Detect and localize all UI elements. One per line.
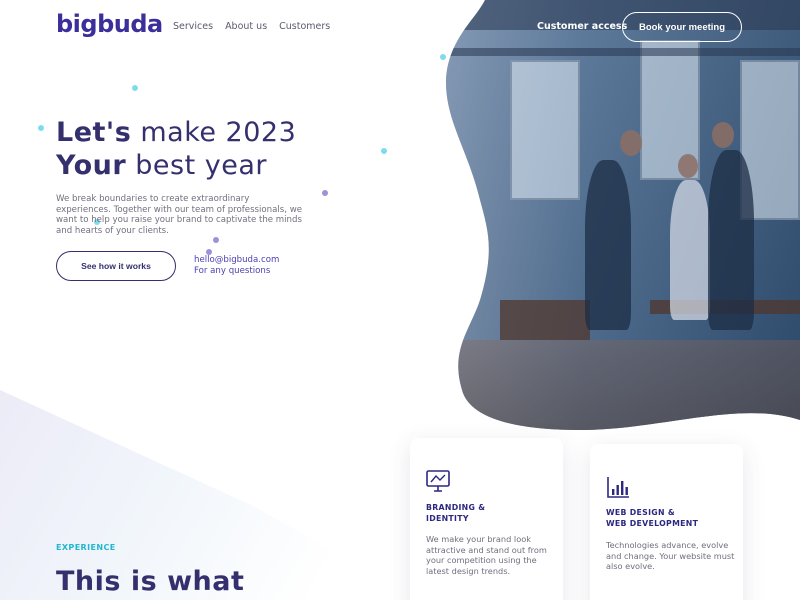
experience-heading-bold: This [56,566,121,597]
headline-bold-1: Let's [56,117,132,148]
logo[interactable]: bigbuda [56,10,163,38]
see-how-it-works-button[interactable]: See how it works [56,251,176,281]
decor-dot [381,148,387,154]
nav-services[interactable]: Services [173,21,213,32]
card-title-line1: WEB DESIGN & [606,508,675,517]
main-nav: Services About us Customers [173,21,330,32]
photo-person [708,150,754,330]
card-title-line1: BRANDING & [426,503,486,512]
hero-headline-line2: Your best year [56,149,296,182]
customer-access-link[interactable]: Customer access [537,21,627,32]
photo-person-head [712,122,734,148]
photo-person-head [620,130,642,156]
contact-block: hello@bigbuda.com For any questions [194,255,279,277]
hero-office-photo [440,0,800,460]
nav-about-us[interactable]: About us [225,21,267,32]
bar-chart-icon [607,477,629,498]
headline-bold-2: Your [56,150,127,181]
headline-rest-1: make 2023 [131,117,297,148]
card-title: BRANDING & IDENTITY [426,502,556,524]
card-text: Technologies advance, evolve and change.… [606,540,735,572]
contact-email-note[interactable]: For any questions [194,266,279,277]
service-card-web-design[interactable]: WEB DESIGN & WEB DEVELOPMENT Technologie… [590,444,743,600]
experience-heading: This is what [56,566,244,597]
card-title-line2: WEB DEVELOPMENT [606,519,699,528]
photo-person [585,160,631,330]
experience-heading-rest: is what [120,566,245,597]
card-text: We make your brand look attractive and s… [426,534,547,576]
decor-dot [440,54,446,60]
photo-person-head [678,154,698,178]
photo-window [510,60,580,200]
hero-headline: Let's make 2023 Your best year [56,116,296,182]
decor-dot [132,85,138,91]
headline-rest-2: best year [126,150,267,181]
nav-customers[interactable]: Customers [279,21,330,32]
card-title-line2: IDENTITY [426,514,469,523]
decor-dot [322,190,328,196]
book-meeting-button[interactable]: Book your meeting [622,12,742,42]
experience-label: EXPERIENCE [56,543,116,552]
decor-dot [38,125,44,131]
decor-dot [213,237,219,243]
contact-email-link[interactable]: hello@bigbuda.com [194,255,279,266]
hero-intro: We break boundaries to create extraordin… [56,194,303,236]
photo-person [670,180,710,320]
service-card-branding[interactable]: BRANDING & IDENTITY We make your brand l… [410,438,563,600]
monitor-icon [426,470,450,492]
hero-headline-line1: Let's make 2023 [56,116,296,149]
card-title: WEB DESIGN & WEB DEVELOPMENT [606,507,736,529]
photo-beam [440,48,800,56]
photo-sofa [500,300,590,340]
